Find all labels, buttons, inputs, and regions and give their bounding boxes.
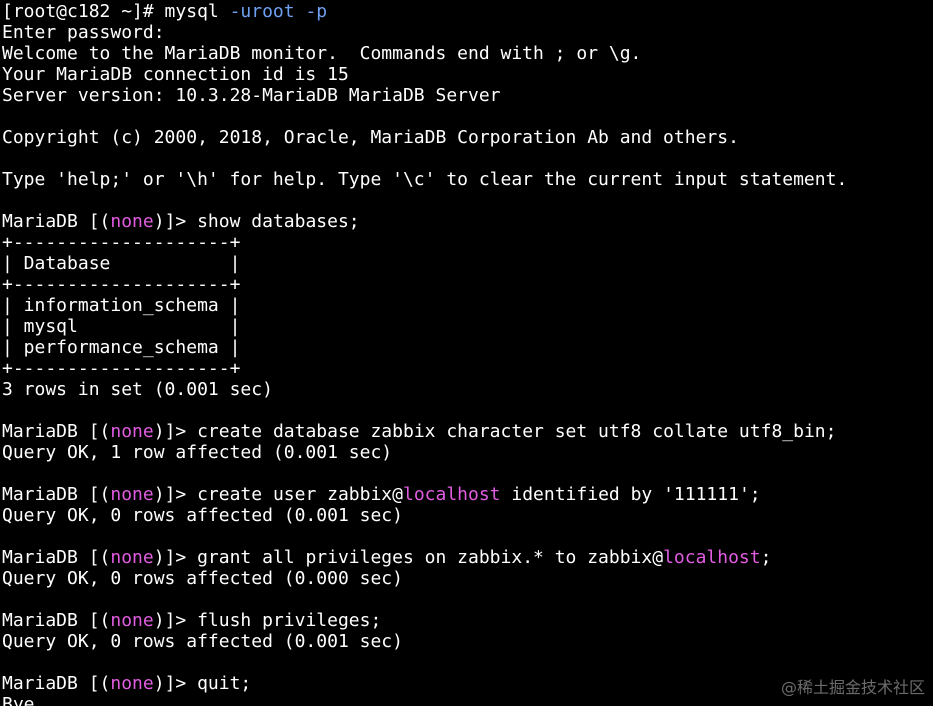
- terminal-line: MariaDB [(none)]> grant all privileges o…: [2, 547, 933, 568]
- terminal-line: MariaDB [(none)]> create database zabbix…: [2, 421, 933, 442]
- highlighted-token: none: [110, 484, 154, 505]
- terminal-text: )]> grant all privileges on zabbix.* to …: [153, 547, 664, 568]
- terminal-text: )]> show databases;: [153, 211, 360, 232]
- terminal-text: Your MariaDB connection id is 15: [2, 64, 349, 85]
- terminal-text: Query OK, 0 rows affected (0.000 sec): [2, 568, 403, 589]
- terminal-text: Welcome to the MariaDB monitor. Commands…: [2, 43, 642, 64]
- highlighted-token: none: [110, 211, 154, 232]
- terminal-output: [root@c182 ~]# mysql -uroot -p Enter pass…: [2, 1, 933, 706]
- highlighted-token: none: [110, 673, 154, 694]
- terminal-text: Type 'help;' or '\h' for help. Type '\c'…: [2, 169, 848, 190]
- terminal-text: identified by '111111';: [500, 484, 761, 505]
- terminal-text: +--------------------+: [2, 274, 241, 295]
- terminal-line: +--------------------+: [2, 358, 933, 379]
- highlighted-token: -p: [305, 1, 328, 22]
- terminal-text: Copyright (c) 2000, 2018, Oracle, MariaD…: [2, 127, 739, 148]
- terminal-line: Enter password:: [2, 22, 933, 43]
- terminal-text: | Database |: [2, 253, 241, 274]
- terminal-text: Enter password:: [2, 22, 165, 43]
- terminal-window[interactable]: [root@c182 ~]# mysql -uroot -p Enter pass…: [0, 0, 933, 706]
- terminal-text: MariaDB [(: [2, 673, 111, 694]
- terminal-text: MariaDB [(: [2, 484, 111, 505]
- terminal-text: +--------------------+: [2, 358, 241, 379]
- highlighted-token: -uroot: [229, 1, 295, 22]
- terminal-line: Copyright (c) 2000, 2018, Oracle, MariaD…: [2, 127, 933, 148]
- highlighted-token: localhost: [663, 547, 761, 568]
- highlighted-token: none: [110, 547, 154, 568]
- terminal-line: MariaDB [(none)]> show databases;: [2, 211, 933, 232]
- highlighted-token: none: [110, 421, 154, 442]
- terminal-text: | performance_schema |: [2, 337, 241, 358]
- terminal-text: )]> create user zabbix@: [153, 484, 403, 505]
- terminal-line: Query OK, 0 rows affected (0.000 sec): [2, 568, 933, 589]
- terminal-line: | performance_schema |: [2, 337, 933, 358]
- terminal-text: 3 rows in set (0.001 sec): [2, 379, 273, 400]
- terminal-line: Server version: 10.3.28-MariaDB MariaDB …: [2, 85, 933, 106]
- terminal-text: MariaDB [(: [2, 421, 111, 442]
- terminal-line: Welcome to the MariaDB monitor. Commands…: [2, 43, 933, 64]
- terminal-text: ;: [760, 547, 772, 568]
- terminal-line: | Database |: [2, 253, 933, 274]
- terminal-line: Query OK, 0 rows affected (0.001 sec): [2, 505, 933, 526]
- terminal-line: MariaDB [(none)]> flush privileges;: [2, 610, 933, 631]
- terminal-text: MariaDB [(: [2, 547, 111, 568]
- terminal-text: Query OK, 0 rows affected (0.001 sec): [2, 505, 403, 526]
- highlighted-token: localhost: [402, 484, 501, 505]
- terminal-line: 3 rows in set (0.001 sec): [2, 379, 933, 400]
- terminal-text: )]> quit;: [153, 673, 252, 694]
- terminal-text: Query OK, 0 rows affected (0.001 sec): [2, 631, 403, 652]
- terminal-text: )]> flush privileges;: [153, 610, 382, 631]
- terminal-text: | information_schema |: [2, 295, 241, 316]
- terminal-text: +--------------------+: [2, 232, 241, 253]
- terminal-text: Query OK, 1 row affected (0.001 sec): [2, 442, 393, 463]
- terminal-text: Server version: 10.3.28-MariaDB MariaDB …: [2, 85, 501, 106]
- terminal-line: [root@c182 ~]# mysql -uroot -p: [2, 1, 933, 22]
- terminal-text: Bye: [2, 694, 35, 706]
- terminal-line: Query OK, 0 rows affected (0.001 sec): [2, 631, 933, 652]
- terminal-line: | information_schema |: [2, 295, 933, 316]
- terminal-text: MariaDB [(: [2, 610, 111, 631]
- terminal-line: Query OK, 1 row affected (0.001 sec): [2, 442, 933, 463]
- highlighted-token: none: [110, 610, 154, 631]
- terminal-text: MariaDB [(: [2, 211, 111, 232]
- terminal-line: +--------------------+: [2, 274, 933, 295]
- terminal-line: +--------------------+: [2, 232, 933, 253]
- terminal-text: | mysql |: [2, 316, 241, 337]
- terminal-text: [root@c182 ~]# mysql: [2, 1, 230, 22]
- terminal-text: )]> create database zabbix character set…: [153, 421, 837, 442]
- terminal-line: MariaDB [(none)]> create user zabbix@loc…: [2, 484, 933, 505]
- terminal-line: Type 'help;' or '\h' for help. Type '\c'…: [2, 169, 933, 190]
- watermark: @稀土掘金技术社区: [780, 678, 925, 697]
- terminal-line: Your MariaDB connection id is 15: [2, 64, 933, 85]
- terminal-line: | mysql |: [2, 316, 933, 337]
